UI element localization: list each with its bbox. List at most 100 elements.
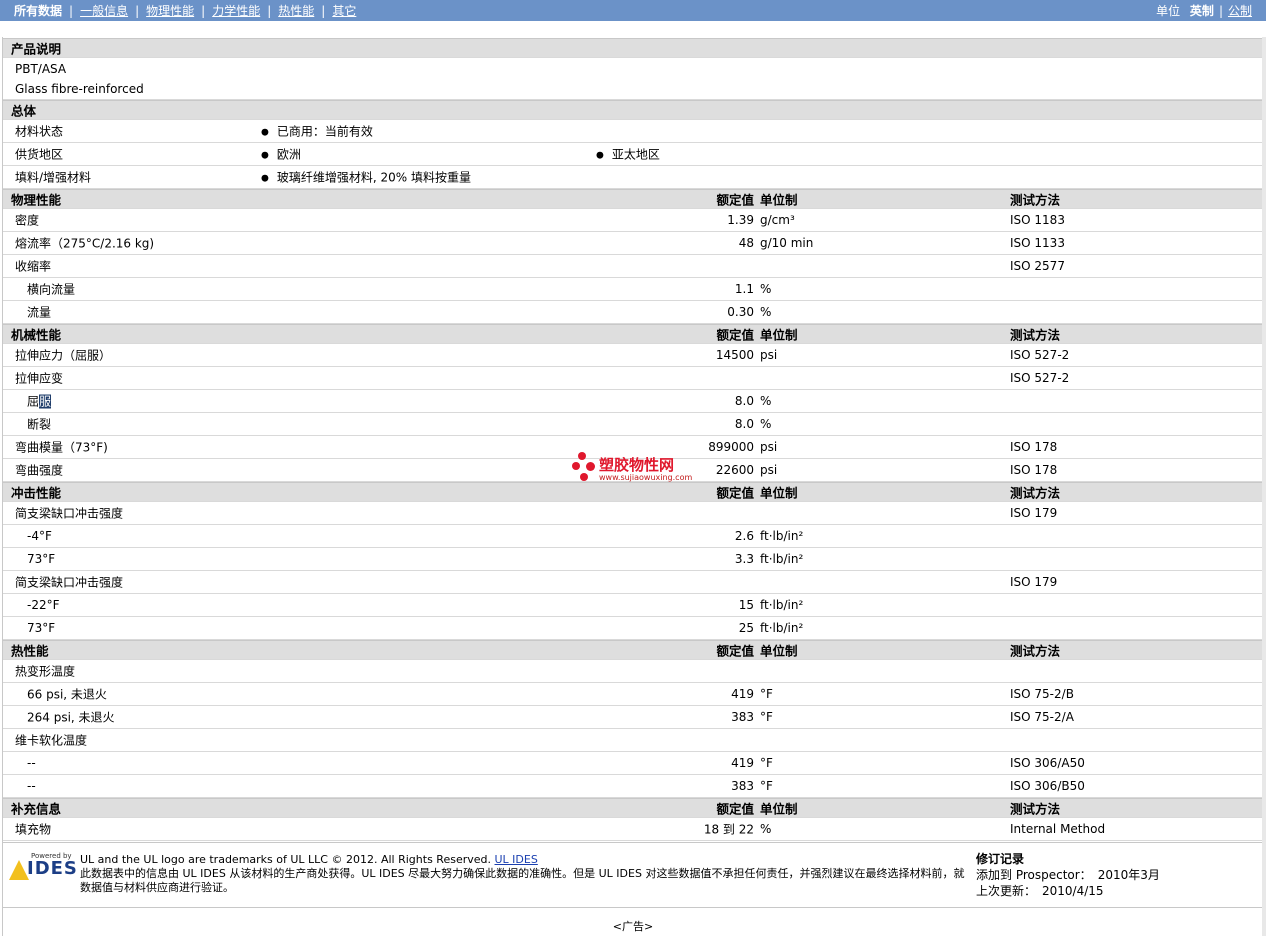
scrollbar[interactable] — [1262, 37, 1266, 936]
nav-tab-other[interactable]: 其它 — [332, 4, 356, 18]
col-header-nominal: 额定值 — [716, 485, 754, 501]
row-label: 流量 — [27, 305, 52, 320]
row-bullet-value: 已商用：当前有效 — [261, 123, 373, 140]
row-unit: °F — [760, 710, 773, 724]
row-method: ISO 75-2/A — [1010, 710, 1074, 724]
watermark-url: www.sujiaowuxing.com — [599, 473, 693, 482]
ides-logo: Powered by IDES — [9, 852, 77, 880]
row-value: 48 — [738, 236, 754, 250]
table-row: 横向流量 1.1 % — [3, 278, 1262, 301]
row-label: 密度 — [15, 213, 40, 228]
row-method: ISO 306/A50 — [1010, 756, 1085, 770]
row-bullet-value: 亚太地区 — [596, 146, 660, 163]
revision-updated-value: 2010/4/15 — [1042, 884, 1104, 898]
data-category-nav: 所有数据 | 一般信息 | 物理性能 | 力学性能 | 热性能 | 其它 — [14, 2, 356, 19]
col-header-method: 测试方法 — [1010, 192, 1061, 208]
table-row: 填充物 18 到 22 % Internal Method — [3, 818, 1262, 841]
revision-added-label: 添加到 Prospector： — [976, 868, 1092, 882]
row-label: 收缩率 — [15, 259, 52, 274]
table-row: 简支梁缺口冲击强度 ISO 179 — [3, 502, 1262, 525]
row-method: ISO 179 — [1010, 575, 1058, 589]
row-label: 熔流率（275°C/2.16 kg) — [15, 236, 155, 251]
section-header-physical: 物理性能 额定值 单位制 测试方法 — [3, 189, 1262, 209]
unit-metric-option[interactable]: 公制 — [1228, 4, 1252, 18]
col-header-method: 测试方法 — [1010, 801, 1061, 817]
watermark-logo: 塑胶物性网 www.sujiaowuxing.com — [572, 452, 712, 488]
row-label: -4°F — [27, 529, 52, 543]
row-unit: g/cm³ — [760, 213, 795, 227]
row-unit: ft·lb/in² — [760, 621, 804, 635]
table-row: 断裂 8.0 % — [3, 413, 1262, 436]
row-label: 简支梁缺口冲击强度 — [15, 575, 124, 590]
nav-separator: | — [201, 4, 206, 18]
section-header-product-description: 产品说明 — [3, 38, 1262, 58]
logo-ides-text: IDES — [27, 858, 78, 879]
nav-separator: | — [267, 4, 272, 18]
revision-added-value: 2010年3月 — [1097, 868, 1160, 882]
table-row: -22°F 15 ft·lb/in² — [3, 594, 1262, 617]
section-title: 物理性能 — [11, 192, 62, 208]
section-title: 补充信息 — [11, 801, 62, 817]
row-label: 横向流量 — [27, 282, 76, 297]
row-unit: ft·lb/in² — [760, 552, 804, 566]
watermark-dot — [586, 462, 595, 471]
table-row: 屈服 8.0 % — [3, 390, 1262, 413]
row-label: -- — [27, 779, 36, 793]
row-label: 断裂 — [27, 417, 52, 432]
row-unit: % — [760, 822, 772, 836]
row-label: 66 psi, 未退火 — [27, 687, 107, 702]
section-header-thermal: 热性能 额定值 单位制 测试方法 — [3, 640, 1262, 660]
row-method: ISO 1183 — [1010, 213, 1065, 227]
revision-added: 添加到 Prospector： 2010年3月 — [976, 867, 1160, 883]
unit-imperial-option[interactable]: 英制 — [1190, 4, 1214, 18]
nav-tab-general-info[interactable]: 一般信息 — [80, 4, 128, 18]
row-label: -- — [27, 756, 36, 770]
table-row: 拉伸应力（屈服） 14500 psi ISO 527-2 — [3, 344, 1262, 367]
row-label: 简支梁缺口冲击强度 — [15, 506, 124, 521]
nav-tab-thermal[interactable]: 热性能 — [278, 4, 314, 18]
row-label-part: 屈 — [27, 394, 40, 409]
top-nav-bar: 所有数据 | 一般信息 | 物理性能 | 力学性能 | 热性能 | 其它 单位 英制 | 公制 — [0, 0, 1266, 21]
row-method: ISO 75-2/B — [1010, 687, 1074, 701]
table-row: 简支梁缺口冲击强度 ISO 179 — [3, 571, 1262, 594]
trademark-line: UL and the UL logo are trademarks of UL … — [80, 853, 538, 866]
col-header-nominal: 额定值 — [716, 801, 754, 817]
product-description-body: PBT/ASA Glass fibre-reinforced — [3, 58, 1262, 100]
row-unit: % — [760, 394, 772, 408]
row-unit: psi — [760, 463, 778, 477]
row-method: ISO 1133 — [1010, 236, 1065, 250]
row-method: ISO 527-2 — [1010, 371, 1070, 385]
row-value: 3.3 — [734, 552, 754, 566]
table-row: 264 psi, 未退火 383 °F ISO 75-2/A — [3, 706, 1262, 729]
watermark-dot — [580, 473, 588, 481]
row-unit: psi — [760, 348, 778, 362]
nav-separator: | — [69, 4, 74, 18]
row-value: 419 — [731, 756, 754, 770]
col-header-unit: 单位制 — [760, 643, 798, 659]
row-unit: ft·lb/in² — [760, 529, 804, 543]
row-method: ISO 527-2 — [1010, 348, 1070, 362]
selected-text[interactable]: 服 — [39, 394, 52, 409]
nav-tab-physical[interactable]: 物理性能 — [146, 4, 194, 18]
row-label: 73°F — [27, 552, 56, 566]
row-value: 1.39 — [727, 213, 754, 227]
nav-tab-all-data[interactable]: 所有数据 — [14, 4, 62, 18]
row-unit: % — [760, 305, 772, 319]
row-label: 73°F — [27, 621, 56, 635]
row-value: 0.30 — [727, 305, 754, 319]
row-label: -22°F — [27, 598, 60, 612]
revision-updated-label: 上次更新： — [976, 884, 1037, 898]
nav-tab-mechanical[interactable]: 力学性能 — [212, 4, 260, 18]
revision-history: 修订记录 添加到 Prospector： 2010年3月 上次更新： 2010/4/… — [976, 851, 1160, 899]
section-title: 冲击性能 — [11, 485, 62, 501]
trademark-text: UL and the UL logo are trademarks of UL … — [80, 853, 491, 866]
description-line: PBT/ASA — [15, 62, 67, 76]
table-row: -4°F 2.6 ft·lb/in² — [3, 525, 1262, 548]
row-value: 22600 — [715, 463, 754, 477]
section-title: 热性能 — [11, 643, 49, 659]
row-label: 弯曲模量（73°F) — [15, 440, 108, 455]
watermark-dot — [572, 462, 580, 470]
col-header-method: 测试方法 — [1010, 643, 1061, 659]
ul-ides-link[interactable]: UL IDES — [495, 853, 538, 866]
row-unit: % — [760, 417, 772, 431]
